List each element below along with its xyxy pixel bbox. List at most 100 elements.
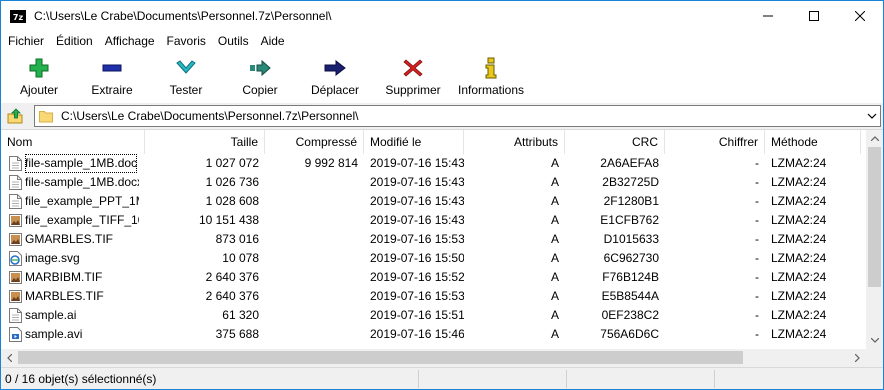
file-size-cell: 2 640 376 (205, 289, 259, 303)
add-button[interactable]: Ajouter (3, 51, 75, 101)
file-crc-cell: D1015633 (603, 232, 659, 246)
file-modified-cell: 2019-07-16 15:50 (370, 251, 464, 265)
table-row[interactable]: GMARBLES.TIF 873 016 2019-07-16 15:53 A D101… (1, 230, 861, 249)
menu-edition[interactable]: Édition (50, 31, 99, 51)
image-file-icon (9, 213, 22, 228)
table-row[interactable]: MARBLES.TIF 2 640 376 2019-07-16 15:53 A E5B… (1, 287, 861, 306)
parent-folder-button[interactable] (4, 105, 26, 127)
scroll-down-arrow[interactable] (866, 332, 883, 349)
file-name: MARBLES.TIF (25, 289, 104, 303)
status-panel-4 (717, 370, 881, 388)
file-name-cell: MARBLES.TIF (1, 287, 145, 306)
vertical-scroll-thumb[interactable] (868, 147, 881, 287)
column-header-crc[interactable]: CRC (565, 130, 665, 154)
file-method-cell: LZMA2:24 (771, 251, 827, 265)
toolbar: Ajouter Extraire Tester Copier Déplacer (1, 51, 883, 103)
copy-button[interactable]: Copier (223, 51, 297, 101)
scroll-left-icon (7, 353, 12, 362)
status-panel-3 (569, 370, 715, 388)
file-crc-cell: 2A6AEFA8 (600, 156, 659, 170)
extract-button[interactable]: Extraire (75, 51, 149, 101)
scroll-left-arrow[interactable] (1, 349, 18, 365)
video-file-icon (9, 327, 22, 342)
menu-aide[interactable]: Aide (255, 31, 291, 51)
table-row[interactable]: image.svg 10 078 2019-07-16 15:50 A 6C962730… (1, 249, 861, 268)
extract-icon (101, 57, 123, 79)
status-panel-2 (421, 370, 567, 388)
file-encrypted-cell: - (755, 251, 759, 265)
table-row[interactable]: file_example_PPT_1MB.... 1 028 608 2019-07… (1, 192, 861, 211)
title-bar[interactable]: 7z C:\Users\Le Crabe\Documents\Personnel… (1, 1, 883, 31)
scroll-up-arrow[interactable] (866, 130, 883, 147)
move-button[interactable]: Déplacer (297, 51, 373, 101)
file-encrypted-cell: - (755, 156, 759, 170)
column-header-modified[interactable]: Modifié le (364, 130, 464, 154)
window-title: C:\Users\Le Crabe\Documents\Personnel.7z… (34, 9, 332, 23)
menu-favoris[interactable]: Favoris (161, 31, 212, 51)
doc-file-icon (9, 175, 22, 190)
copy-icon (249, 57, 271, 79)
image-file-icon (9, 232, 22, 247)
test-button[interactable]: Tester (149, 51, 223, 101)
scroll-right-arrow[interactable] (849, 349, 866, 365)
menu-fichier[interactable]: Fichier (2, 31, 50, 51)
close-button[interactable] (837, 1, 883, 31)
file-method-cell: LZMA2:24 (771, 308, 827, 322)
file-packed-cell (265, 287, 364, 306)
file-modified-cell: 2019-07-16 15:43 (370, 156, 464, 170)
minimize-icon (763, 15, 773, 17)
file-attributes-cell: A (550, 156, 559, 170)
path-input[interactable]: C:\Users\Le Crabe\Documents\Personnel.7z… (34, 105, 881, 127)
table-row[interactable]: sample.ai 61 320 2019-07-16 15:51 A 0EF238C2… (1, 306, 861, 325)
file-size-cell: 10 078 (222, 251, 259, 265)
file-size-cell: 1 026 736 (205, 175, 259, 189)
file-size-cell: 61 320 (222, 308, 259, 322)
file-encrypted-cell: - (755, 194, 759, 208)
menu-outils[interactable]: Outils (212, 31, 255, 51)
info-icon (480, 57, 502, 79)
file-crc-cell: 2B32725D (602, 175, 659, 189)
file-name: MARBIBM.TIF (25, 270, 103, 284)
file-name-cell: sample.avi (1, 325, 145, 344)
file-packed-cell (265, 268, 364, 287)
info-button[interactable]: Informations (453, 51, 529, 101)
file-crc-cell: 2F1280B1 (603, 194, 659, 208)
column-header-encrypted[interactable]: Chiffrer (665, 130, 765, 154)
file-name-cell: file-sample_1MB.doc (1, 154, 145, 173)
app-window: 7z C:\Users\Le Crabe\Documents\Personnel… (0, 0, 884, 390)
maximize-icon (809, 11, 819, 21)
path-text: C:\Users\Le Crabe\Documents\Personnel.7z… (61, 109, 359, 123)
menu-bar: Fichier Édition Affichage Favoris Outils… (1, 31, 883, 51)
file-attributes-cell: A (550, 270, 559, 284)
file-name-cell: image.svg (1, 249, 145, 268)
file-method-cell: LZMA2:24 (771, 327, 827, 341)
maximize-button[interactable] (791, 1, 837, 31)
status-selection: 0 / 16 objet(s) sélectionné(s) (1, 370, 419, 388)
file-modified-cell: 2019-07-16 15:43 (370, 194, 464, 208)
table-row[interactable]: MARBIBM.TIF 2 640 376 2019-07-16 15:52 A F76… (1, 268, 861, 287)
column-header-method[interactable]: Méthode (765, 130, 861, 154)
column-header-size[interactable]: Taille (145, 130, 265, 154)
file-crc-cell: E5B8544A (601, 289, 659, 303)
file-method-cell: LZMA2:24 (771, 232, 827, 246)
file-encrypted-cell: - (755, 270, 759, 284)
menu-affichage[interactable]: Affichage (99, 31, 161, 51)
delete-button[interactable]: Supprimer (373, 51, 453, 101)
vertical-scrollbar[interactable] (866, 130, 883, 349)
horizontal-scrollbar[interactable] (1, 349, 866, 365)
table-row[interactable]: sample.avi 375 688 2019-07-16 15:46 A 756A6D… (1, 325, 861, 344)
column-header-attributes[interactable]: Attributs (464, 130, 565, 154)
file-attributes-cell: A (550, 194, 559, 208)
file-list[interactable]: Nom Taille Compressé Modifié le Attribut… (1, 129, 883, 365)
table-row[interactable]: file_example_TIFF_10MB.... 10 151 438 2019… (1, 211, 861, 230)
horizontal-scroll-thumb[interactable] (18, 351, 743, 364)
table-row[interactable]: file-sample_1MB.docx 1 026 736 2019-07-16 … (1, 173, 861, 192)
column-header-name[interactable]: Nom (1, 130, 145, 154)
file-modified-cell: 2019-07-16 15:46 (370, 327, 464, 341)
table-row[interactable]: file-sample_1MB.doc 1 027 072 9 992 814 201… (1, 154, 861, 173)
file-packed-cell (265, 325, 364, 344)
minimize-button[interactable] (745, 1, 791, 31)
column-header-packed[interactable]: Compressé (265, 130, 364, 154)
file-name: file-sample_1MB.doc (25, 154, 138, 173)
file-packed-cell (265, 249, 364, 268)
